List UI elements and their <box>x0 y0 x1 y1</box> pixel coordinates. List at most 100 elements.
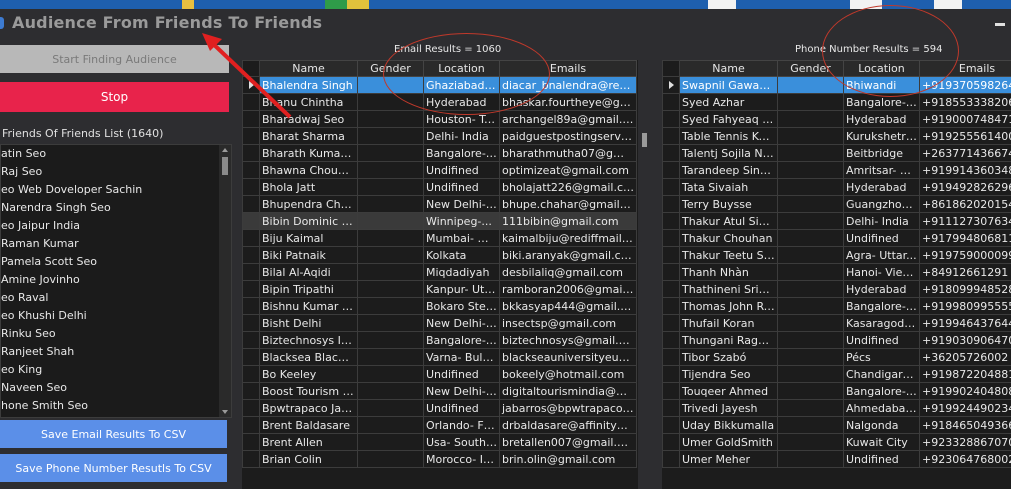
table-cell[interactable]: Houston- Te... <box>423 110 500 128</box>
table-cell[interactable]: Delhi- India <box>843 212 920 230</box>
taskbar-app-icon[interactable] <box>182 0 194 9</box>
table-cell[interactable]: Bangalore- I... <box>843 93 920 111</box>
row-header[interactable] <box>242 161 260 179</box>
table-row[interactable]: Terry Buysse Guangzhou-...+8618620201546 <box>662 195 1011 213</box>
table-cell[interactable] <box>357 212 424 230</box>
table-cell[interactable]: Bhiwandi <box>843 76 920 94</box>
table-row[interactable]: Bo Keeley Undifined bokeely@hotmail.com <box>242 365 637 383</box>
table-cell[interactable]: Miqdadiyah <box>423 263 500 281</box>
table-cell[interactable]: +919370598264 <box>919 76 1011 94</box>
table-cell[interactable]: Uday Bikkumalla <box>679 416 778 434</box>
list-item[interactable]: eo Khushi Delhi <box>1 307 231 325</box>
row-header[interactable] <box>242 433 260 451</box>
table-row[interactable]: Blacksea Blackse... Varna- Bulg... blackse… <box>242 348 637 366</box>
table-cell[interactable]: Bisht Delhi <box>259 314 358 332</box>
table-row[interactable]: Bhawna Choudh... Undifined optimizeat@gmai… <box>242 161 637 179</box>
taskbar-app-icon[interactable] <box>708 0 736 9</box>
row-header[interactable] <box>242 365 260 383</box>
row-header[interactable] <box>662 229 680 247</box>
table-cell[interactable] <box>777 76 844 94</box>
table-cell[interactable]: Hyderabad <box>843 110 920 128</box>
table-cell[interactable]: Blacksea Blackse... <box>259 348 358 366</box>
table-row[interactable]: Syed Fahyeaq A... Hyderabad +919000748471 <box>662 110 1011 128</box>
table-row[interactable]: Umer Meher Undifined +923064768002 <box>662 450 1011 468</box>
table-cell[interactable] <box>357 365 424 383</box>
table-cell[interactable] <box>357 93 424 111</box>
table-cell[interactable]: +919914360348 <box>919 161 1011 179</box>
row-header[interactable] <box>662 297 680 315</box>
list-item[interactable]: atin Seo <box>1 145 231 163</box>
table-cell[interactable]: +919255561400 <box>919 127 1011 145</box>
table-cell[interactable]: New Delhi- I... <box>423 382 500 400</box>
table-cell[interactable]: Thufail Koran <box>679 314 778 332</box>
table-cell[interactable]: Boost Tourism I... <box>259 382 358 400</box>
email-grid-scrollbar[interactable] <box>638 60 652 489</box>
table-cell[interactable]: bholajatt226@gmail.com <box>499 178 637 196</box>
table-cell[interactable]: Bharath Kumar J... <box>259 144 358 162</box>
table-row[interactable]: Thathineni Srika... Hyderabad +91809994852… <box>662 280 1011 298</box>
list-item[interactable]: eo Web Doveloper Sachin <box>1 181 231 199</box>
table-cell[interactable] <box>357 229 424 247</box>
table-row[interactable]: Biki Patnaik Kolkata biki.aranyak@gmail.co… <box>242 246 637 264</box>
table-cell[interactable] <box>777 246 844 264</box>
table-cell[interactable]: +84912661291 <box>919 263 1011 281</box>
table-cell[interactable]: desbilaliq@gmail.com <box>499 263 637 281</box>
table-cell[interactable]: brin.olin@gmail.com <box>499 450 637 468</box>
table-cell[interactable]: Bibin Dominic T... <box>259 212 358 230</box>
table-cell[interactable]: Bishnu Kumar K... <box>259 297 358 315</box>
row-header[interactable] <box>662 161 680 179</box>
table-cell[interactable]: Tarandeep Sing... <box>679 161 778 179</box>
taskbar-app-icon[interactable] <box>325 0 347 9</box>
table-cell[interactable] <box>357 161 424 179</box>
table-cell[interactable]: Varna- Bulg... <box>423 348 500 366</box>
table-row[interactable]: Trivedi Jayesh Ahmedabad... +919924490234 <box>662 399 1011 417</box>
table-cell[interactable]: Syed Azhar <box>679 93 778 111</box>
table-cell[interactable] <box>777 229 844 247</box>
table-cell[interactable]: Kurukshetra-... <box>843 127 920 145</box>
table-cell[interactable] <box>357 331 424 349</box>
row-header[interactable] <box>242 229 260 247</box>
table-cell[interactable]: +918099948528 <box>919 280 1011 298</box>
row-header[interactable] <box>242 263 260 281</box>
list-scrollbar[interactable] <box>219 145 231 417</box>
table-cell[interactable]: +917994806811 <box>919 229 1011 247</box>
taskbar-app-icon[interactable] <box>934 0 962 9</box>
row-header[interactable] <box>662 331 680 349</box>
list-item[interactable]: Raj Seo <box>1 163 231 181</box>
row-header[interactable] <box>242 144 260 162</box>
table-cell[interactable]: Thathineni Srika... <box>679 280 778 298</box>
table-row[interactable]: Bishnu Kumar K... Bokaro Steel... bkkasyap… <box>242 297 637 315</box>
table-cell[interactable]: Syed Fahyeaq A... <box>679 110 778 128</box>
table-cell[interactable] <box>777 399 844 417</box>
table-cell[interactable]: +919030906470 <box>919 331 1011 349</box>
table-cell[interactable]: Thanh Nhàn <box>679 263 778 281</box>
table-cell[interactable]: +918553338206 <box>919 93 1011 111</box>
column-header[interactable]: Gender <box>777 60 844 77</box>
table-cell[interactable]: Mumbai- Ma... <box>423 229 500 247</box>
table-cell[interactable]: bokeely@hotmail.com <box>499 365 637 383</box>
table-cell[interactable]: Talentj Sojila Nd... <box>679 144 778 162</box>
table-cell[interactable]: biki.aranyak@gmail.com <box>499 246 637 264</box>
table-cell[interactable]: +919000748471 <box>919 110 1011 128</box>
table-cell[interactable] <box>357 280 424 298</box>
table-cell[interactable] <box>777 195 844 213</box>
table-cell[interactable]: Undifined <box>423 365 500 383</box>
table-cell[interactable]: Delhi- India <box>423 127 500 145</box>
table-cell[interactable]: ramboran2006@gmail.c... <box>499 280 637 298</box>
table-cell[interactable]: Winnipeg-... <box>423 212 500 230</box>
scroll-thumb[interactable] <box>222 157 228 175</box>
table-cell[interactable]: Biztechnosys Inf... <box>259 331 358 349</box>
table-cell[interactable]: Kolkata <box>423 246 500 264</box>
list-item[interactable]: Narendra Singh Seo <box>1 199 231 217</box>
table-cell[interactable]: Thungani Raghu... <box>679 331 778 349</box>
list-item[interactable]: Ranjeet Shah <box>1 343 231 361</box>
row-header[interactable] <box>662 450 680 468</box>
table-cell[interactable]: Undifined <box>843 450 920 468</box>
table-row[interactable]: Thanh Nhàn Hanoi- Vietn... +84912661291 <box>662 263 1011 281</box>
table-cell[interactable] <box>357 127 424 145</box>
table-cell[interactable]: New Delhi- I... <box>423 195 500 213</box>
table-cell[interactable]: Guangzhou-... <box>843 195 920 213</box>
table-cell[interactable]: Beitbridge <box>843 144 920 162</box>
list-item[interactable]: eo Jaipur India <box>1 217 231 235</box>
column-header[interactable]: Name <box>679 60 778 77</box>
